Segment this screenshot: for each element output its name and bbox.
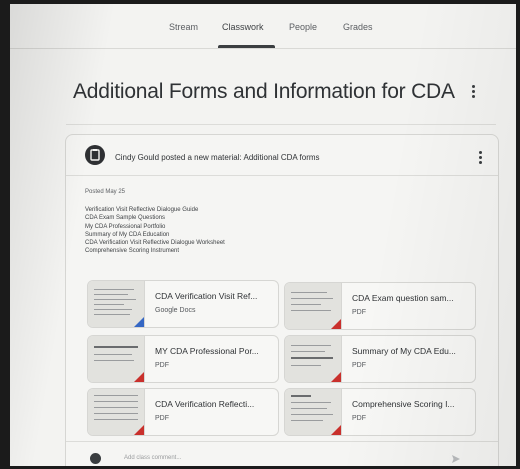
attachment-thumbnail — [285, 389, 342, 435]
attachment-title: CDA Verification Visit Ref... — [155, 291, 258, 301]
active-tab-indicator — [218, 45, 275, 48]
page-title: Additional Forms and Information for CDA — [73, 80, 455, 103]
description-line: My CDA Professional Portfolio — [85, 223, 166, 230]
google-docs-icon — [134, 317, 144, 327]
attachment-type: PDF — [352, 415, 366, 422]
attachment-card[interactable]: Summary of My CDA Edu... PDF — [284, 335, 476, 383]
attachment-type: PDF — [352, 362, 366, 369]
attachment-thumbnail — [285, 336, 342, 382]
tab-grades[interactable]: Grades — [343, 22, 373, 32]
top-nav: Stream Classwork People Grades — [10, 4, 516, 49]
pdf-icon — [134, 372, 144, 382]
material-card: Cindy Gould posted a new material: Addit… — [65, 134, 499, 466]
attachment-card[interactable]: CDA Verification Visit Ref... Google Doc… — [87, 280, 279, 328]
tab-people[interactable]: People — [289, 22, 317, 32]
send-icon[interactable] — [451, 454, 461, 464]
card-divider — [66, 175, 498, 176]
pdf-icon — [331, 319, 341, 329]
tab-stream[interactable]: Stream — [169, 22, 198, 32]
attachment-title: CDA Verification Reflecti... — [155, 399, 255, 409]
attachment-type: PDF — [155, 415, 169, 422]
post-description: Verification Visit Reflective Dialogue G… — [85, 206, 225, 256]
attachment-title: CDA Exam question sam... — [352, 293, 454, 303]
material-icon — [85, 145, 105, 165]
attachment-type: PDF — [155, 362, 169, 369]
attachment-card[interactable]: CDA Verification Reflecti... PDF — [87, 388, 279, 436]
attachment-title: Comprehensive Scoring I... — [352, 399, 455, 409]
class-comment-input[interactable]: Add class comment... — [124, 455, 181, 461]
pdf-icon — [134, 425, 144, 435]
description-line: Verification Visit Reflective Dialogue G… — [85, 207, 199, 213]
attachment-title: Summary of My CDA Edu... — [352, 346, 456, 356]
attachment-thumbnail — [88, 389, 145, 435]
posted-date: Posted May 25 — [85, 189, 126, 195]
tab-classwork[interactable]: Classwork — [222, 22, 264, 32]
classroom-screen: Stream Classwork People Grades Additiona… — [10, 4, 516, 466]
description-line: CDA Exam Sample Questions — [85, 215, 166, 222]
title-divider — [66, 124, 496, 125]
attachment-thumbnail — [88, 281, 145, 327]
attachment-title: MY CDA Professional Por... — [155, 346, 259, 356]
description-line: CDA Verification Visit Reflective Dialog… — [85, 240, 225, 247]
comment-divider — [66, 441, 498, 442]
more-vert-icon[interactable] — [479, 151, 483, 165]
attachment-type: Google Docs — [155, 307, 196, 314]
description-line: Comprehensive Scoring Instrument — [85, 248, 180, 255]
attachment-thumbnail — [285, 283, 342, 329]
attachment-type: PDF — [352, 309, 366, 316]
attachment-card[interactable]: CDA Exam question sam... PDF — [284, 282, 476, 330]
attachment-thumbnail — [88, 336, 145, 382]
attachment-card[interactable]: Comprehensive Scoring I... PDF — [284, 388, 476, 436]
description-line: Summary of My CDA Education — [85, 231, 170, 238]
avatar — [90, 453, 101, 464]
pdf-icon — [331, 425, 341, 435]
more-vert-icon[interactable] — [472, 85, 476, 99]
pdf-icon — [331, 372, 341, 382]
attachment-card[interactable]: MY CDA Professional Por... PDF — [87, 335, 279, 383]
post-header[interactable]: Cindy Gould posted a new material: Addit… — [115, 153, 320, 162]
